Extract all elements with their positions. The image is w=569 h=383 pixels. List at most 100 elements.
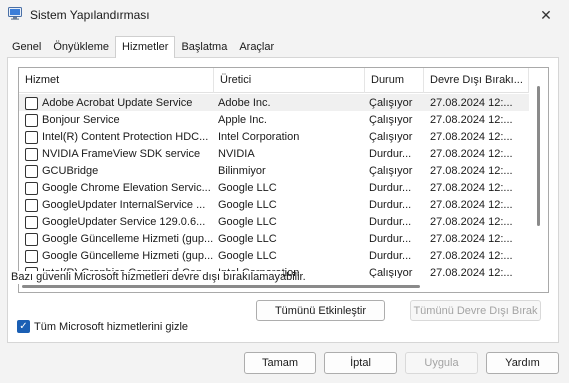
manufacturer-cell: NVIDIA — [218, 148, 255, 160]
table-row[interactable]: Intel(R) Content Protection HDC... Intel … — [19, 128, 529, 145]
manufacturer-cell: Google LLC — [218, 182, 277, 194]
tab-startup[interactable]: Başlatma — [175, 38, 233, 58]
status-cell: Durdur... — [369, 233, 412, 245]
tab-strip: Genel Önyükleme Hizmetler Başlatma Araçl… — [6, 36, 280, 58]
table-row[interactable]: Google Güncelleme Hizmeti (gup... Google … — [19, 247, 529, 264]
system-config-icon — [8, 7, 22, 20]
status-cell: Çalışıyor — [369, 97, 413, 109]
manufacturer-cell: Google LLC — [218, 199, 277, 211]
service-name: Bonjour Service — [42, 114, 120, 126]
service-name: GCUBridge — [42, 165, 99, 177]
cancel-button[interactable]: İptal — [324, 352, 397, 374]
status-cell: Durdur... — [369, 250, 412, 262]
service-checkbox[interactable] — [25, 130, 38, 144]
manufacturer-cell: Google LLC — [218, 216, 277, 228]
service-checkbox[interactable] — [25, 164, 38, 178]
service-name: GoogleUpdater Service 129.0.6... — [42, 216, 206, 228]
column-header-service[interactable]: Hizmet — [19, 68, 214, 93]
table-row[interactable]: Google Chrome Elevation Servic... Google … — [19, 179, 529, 196]
enable-all-button[interactable]: Tümünü Etkinleştir — [256, 300, 385, 321]
service-name-cell: Adobe Acrobat Update Service — [19, 96, 214, 110]
service-name: Google Chrome Elevation Servic... — [42, 182, 211, 194]
service-name-cell: Intel(R) Content Protection HDC... — [19, 130, 214, 144]
service-checkbox[interactable] — [25, 232, 38, 246]
table-row[interactable]: GCUBridge Bilinmiyor Çalışıyor 27.08.2024 1… — [19, 162, 529, 179]
list-body: Adobe Acrobat Update Service Adobe Inc. Ça… — [19, 94, 529, 292]
tab-tools[interactable]: Araçlar — [233, 38, 280, 58]
table-row[interactable]: Bonjour Service Apple Inc. Çalışıyor 27.08.… — [19, 111, 529, 128]
status-cell: Durdur... — [369, 199, 412, 211]
status-cell: Çalışıyor — [369, 114, 413, 126]
table-row[interactable]: GoogleUpdater InternalService ... Google … — [19, 196, 529, 213]
hide-microsoft-services-label: Tüm Microsoft hizmetlerini gizle — [34, 320, 189, 333]
manufacturer-cell: Apple Inc. — [218, 114, 267, 126]
table-row[interactable]: NVIDIA FrameView SDK service NVIDIA Durdur… — [19, 145, 529, 162]
service-name: Google Güncelleme Hizmeti (gup... — [42, 250, 214, 262]
manufacturer-cell: Intel Corporation — [218, 131, 300, 143]
notice-text: Bazı güvenli Microsoft hizmetleri devre … — [11, 271, 306, 284]
service-name-cell: Bonjour Service — [19, 113, 214, 127]
help-button[interactable]: Yardım — [486, 352, 559, 374]
vertical-scroll-thumb[interactable] — [537, 86, 540, 226]
status-cell: Durdur... — [369, 216, 412, 228]
close-button[interactable]: ✕ — [523, 0, 569, 30]
service-name: Google Güncelleme Hizmeti (gup... — [42, 233, 214, 245]
manufacturer-cell: Google LLC — [218, 233, 277, 245]
table-row[interactable]: GoogleUpdater Service 129.0.6... Google L… — [19, 213, 529, 230]
column-header-manufacturer[interactable]: Üretici — [214, 68, 365, 93]
horizontal-scroll-thumb[interactable] — [22, 285, 420, 288]
service-name-cell: NVIDIA FrameView SDK service — [19, 147, 214, 161]
disabled-date-cell: 27.08.2024 12:... — [430, 97, 513, 109]
disable-all-button[interactable]: Tümünü Devre Dışı Bırak — [410, 300, 541, 321]
disabled-date-cell: 27.08.2024 12:... — [430, 148, 513, 160]
column-header-status[interactable]: Durum — [365, 68, 424, 93]
manufacturer-cell: Adobe Inc. — [218, 97, 271, 109]
service-checkbox[interactable] — [25, 198, 38, 212]
table-row[interactable]: Adobe Acrobat Update Service Adobe Inc. Ça… — [19, 94, 529, 111]
services-list[interactable]: Hizmet Üretici Durum Devre Dışı Bırakı..… — [18, 67, 549, 293]
title-bar: Sistem Yapılandırması ✕ — [0, 0, 569, 30]
vertical-scrollbar[interactable] — [529, 68, 548, 292]
service-checkbox[interactable] — [25, 147, 38, 161]
service-name-cell: Google Güncelleme Hizmeti (gup... — [19, 232, 214, 246]
service-name-cell: GoogleUpdater Service 129.0.6... — [19, 215, 214, 229]
service-name-cell: GCUBridge — [19, 164, 214, 178]
service-checkbox[interactable] — [25, 113, 38, 127]
service-name: Adobe Acrobat Update Service — [42, 97, 193, 109]
tab-general[interactable]: Genel — [6, 38, 47, 58]
tab-services[interactable]: Hizmetler — [115, 36, 176, 58]
service-checkbox[interactable] — [25, 249, 38, 263]
close-icon: ✕ — [540, 6, 552, 23]
disabled-date-cell: 27.08.2024 12:... — [430, 250, 513, 262]
table-row[interactable]: Google Güncelleme Hizmeti (gup... Google … — [19, 230, 529, 247]
list-header: Hizmet Üretici Durum Devre Dışı Bırakı..… — [19, 68, 529, 93]
service-name-cell: GoogleUpdater InternalService ... — [19, 198, 214, 212]
service-name-cell: Google Chrome Elevation Servic... — [19, 181, 214, 195]
status-cell: Çalışıyor — [369, 131, 413, 143]
service-checkbox[interactable] — [25, 181, 38, 195]
service-name: GoogleUpdater InternalService ... — [42, 199, 206, 211]
checkbox-checked-icon: ✓ — [17, 320, 30, 333]
disabled-date-cell: 27.08.2024 12:... — [430, 114, 513, 126]
service-checkbox[interactable] — [25, 215, 38, 229]
ok-button[interactable]: Tamam — [244, 352, 316, 374]
disabled-date-cell: 27.08.2024 12:... — [430, 233, 513, 245]
manufacturer-cell: Bilinmiyor — [218, 165, 266, 177]
manufacturer-cell: Google LLC — [218, 250, 277, 262]
column-header-disabled-date[interactable]: Devre Dışı Bırakı... — [424, 68, 529, 93]
disabled-date-cell: 27.08.2024 12:... — [430, 199, 513, 211]
service-name: Intel(R) Content Protection HDC... — [42, 131, 209, 143]
status-cell: Durdur... — [369, 182, 412, 194]
status-cell: Durdur... — [369, 148, 412, 160]
hide-microsoft-services-checkbox[interactable]: ✓ Tüm Microsoft hizmetlerini gizle — [17, 320, 188, 333]
service-name: NVIDIA FrameView SDK service — [42, 148, 201, 160]
apply-button[interactable]: Uygula — [405, 352, 478, 374]
tab-boot[interactable]: Önyükleme — [47, 38, 115, 58]
status-cell: Çalışıyor — [369, 165, 413, 177]
disabled-date-cell: 27.08.2024 12:... — [430, 216, 513, 228]
service-checkbox[interactable] — [25, 96, 38, 110]
disabled-date-cell: 27.08.2024 12:... — [430, 182, 513, 194]
disabled-date-cell: 27.08.2024 12:... — [430, 131, 513, 143]
window-title: Sistem Yapılandırması — [30, 8, 150, 22]
disabled-date-cell: 27.08.2024 12:... — [430, 165, 513, 177]
